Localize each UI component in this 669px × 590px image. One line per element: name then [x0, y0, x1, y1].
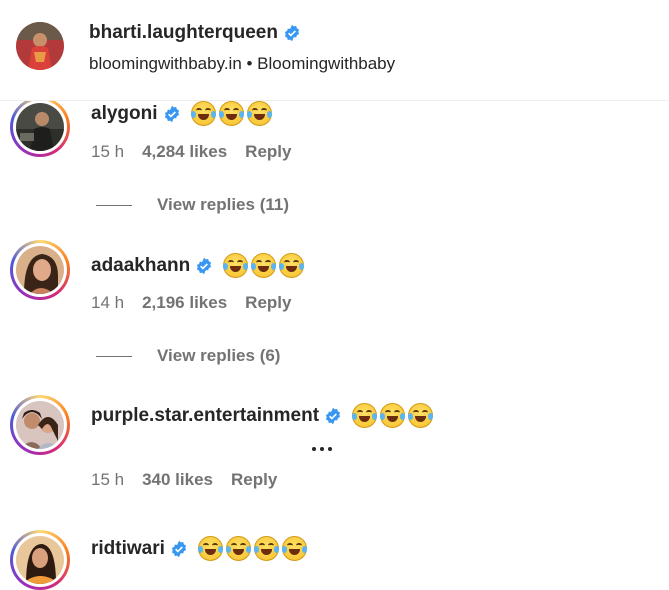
author-subtitle[interactable]: bloomingwithbaby.in • Bloomingwithbaby — [89, 54, 395, 74]
author-avatar-image — [16, 22, 64, 70]
replies-divider — [96, 355, 132, 357]
comment-username[interactable]: alygoni — [91, 103, 158, 125]
reply-button[interactable]: Reply — [245, 293, 291, 313]
laughing-tears-emoji-icon — [408, 403, 434, 428]
view-replies-label: View replies (6) — [157, 346, 281, 365]
comment-timestamp: 15 h — [91, 470, 125, 489]
laughing-tears-emoji-icon — [380, 403, 406, 428]
comment-likes[interactable]: 340 likes — [142, 470, 213, 490]
comment-likes[interactable]: 2,196 likes — [142, 293, 227, 313]
comment-emojis — [197, 536, 307, 561]
comment-username[interactable]: adaakhann — [91, 255, 190, 277]
laughing-tears-emoji-icon — [352, 403, 378, 428]
post-header: bharti.laughterqueen bloomingwithbaby.in… — [0, 0, 669, 101]
verified-badge-icon — [284, 24, 300, 42]
laughing-tears-emoji-icon — [281, 536, 307, 561]
laughing-tears-emoji-icon — [246, 101, 272, 126]
laughing-tears-emoji-icon — [218, 101, 244, 126]
view-replies-label: View replies (11) — [157, 195, 289, 214]
comment-timestamp: 15 h — [91, 142, 125, 161]
comment-avatar[interactable] — [10, 395, 70, 455]
comment-username[interactable]: ridtiwari — [91, 538, 165, 560]
laughing-tears-emoji-icon — [251, 253, 277, 278]
comment-likes[interactable]: 4,284 likes — [142, 142, 227, 162]
comment-username[interactable]: purple.star.entertainment — [91, 405, 319, 427]
laughing-tears-emoji-icon — [223, 253, 249, 278]
verified-badge-icon — [326, 407, 341, 424]
comment-avatar[interactable] — [10, 240, 70, 300]
comment-avatar[interactable] — [10, 97, 70, 157]
verified-badge-icon — [164, 105, 179, 122]
verified-badge-icon — [197, 257, 212, 274]
view-replies-button[interactable]: View replies (11) — [96, 195, 289, 215]
more-options-icon[interactable] — [312, 447, 332, 451]
reply-button[interactable]: Reply — [245, 142, 291, 162]
laughing-tears-emoji-icon — [253, 536, 279, 561]
laughing-tears-emoji-icon — [197, 536, 223, 561]
replies-divider — [96, 204, 132, 206]
comment-emojis — [223, 253, 305, 278]
comment-emojis — [352, 403, 434, 428]
comment-emojis — [190, 101, 272, 126]
author-username[interactable]: bharti.laughterqueen — [89, 22, 278, 44]
alygoni-avatar-image — [16, 103, 64, 151]
laughing-tears-emoji-icon — [279, 253, 305, 278]
laughing-tears-emoji-icon — [225, 536, 251, 561]
reply-button[interactable]: Reply — [231, 470, 277, 490]
view-replies-button[interactable]: View replies (6) — [96, 346, 280, 366]
comment-avatar[interactable] — [10, 530, 70, 590]
laughing-tears-emoji-icon — [190, 101, 216, 126]
author-avatar[interactable] — [16, 22, 64, 70]
ridtiwari-avatar-image — [16, 536, 64, 584]
adaakhann-avatar-image — [16, 246, 64, 294]
comment-timestamp: 14 h — [91, 293, 125, 312]
purple-star-entertainment-avatar-image — [16, 401, 64, 449]
verified-badge-icon — [171, 540, 186, 557]
